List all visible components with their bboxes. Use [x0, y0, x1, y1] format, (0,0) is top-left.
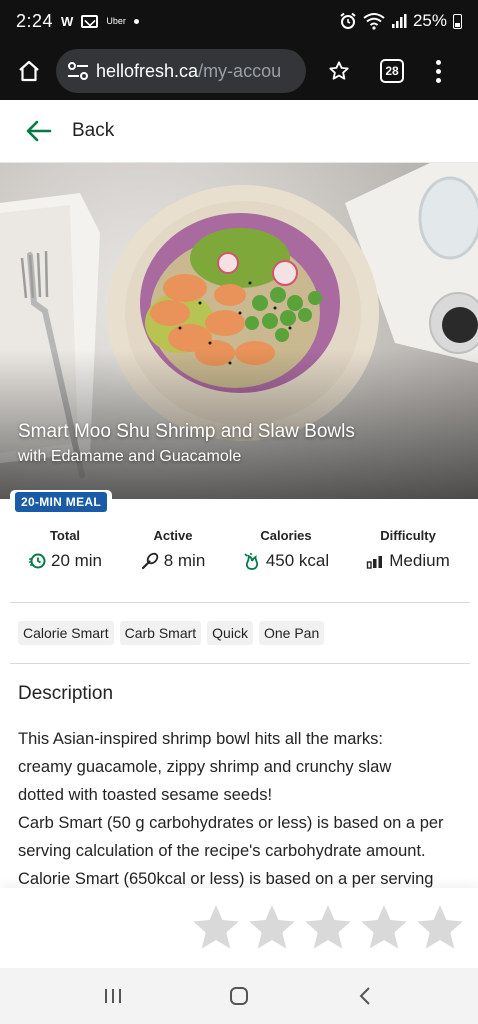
stat-value: 8 min [163, 551, 206, 570]
rating-panel [0, 888, 478, 968]
tag-one-pan[interactable]: One Pan [258, 621, 325, 645]
back-link[interactable]: Back [72, 120, 114, 142]
battery-percent: 25% [412, 11, 447, 30]
stat-total: Total 20 min [5, 528, 125, 571]
stat-label: Difficulty [380, 528, 436, 543]
bookmark-star-icon [329, 61, 349, 80]
home-nav-button[interactable] [219, 976, 259, 1016]
description-text: This Asian-inspired shrimp bowl hits all… [18, 725, 466, 893]
stat-value: 20 min [50, 551, 103, 570]
stat-label: Calories [260, 528, 312, 543]
rating-star-3-icon[interactable] [302, 902, 354, 954]
back-bar[interactable]: Back [0, 100, 478, 163]
stat-label: Active [153, 528, 193, 543]
recipe-subtitle: with Edamame and Guacamole [18, 448, 242, 465]
tab-switcher-button[interactable]: 28 [380, 59, 404, 83]
rating-star-4-icon[interactable] [358, 902, 410, 954]
url-path: /my-accou [198, 60, 282, 81]
description-line: This Asian-inspired shrimp bowl hits all… [18, 730, 383, 748]
uber-notification-icon: Uber [106, 16, 126, 26]
menu-dot [435, 77, 441, 83]
status-bar: 2:24 W Uber 25% [0, 0, 478, 42]
divider [10, 663, 470, 664]
divider [10, 602, 470, 603]
wifi-icon [363, 13, 385, 30]
menu-dot [435, 59, 441, 65]
meal-badge-container: 20-MIN MEAL [10, 490, 112, 514]
description-line: creamy guacamole, zippy shrimp and crunc… [18, 758, 392, 776]
url-host: hellofresh.ca [96, 60, 199, 81]
rating-star-1-icon[interactable] [190, 902, 242, 954]
battery-icon [453, 13, 462, 29]
signal-icon [391, 14, 407, 28]
recent-apps-button[interactable] [93, 976, 133, 1016]
back-arrow-icon[interactable] [26, 120, 52, 142]
description-heading: Description [18, 683, 114, 704]
menu-dot [435, 68, 441, 74]
mail-notification-icon [81, 14, 99, 28]
recent-apps-icon [105, 989, 121, 1003]
tag-calorie-smart[interactable]: Calorie Smart [18, 621, 114, 645]
recipe-stats: Total 20 min Active 8 min Calories 450 k… [0, 528, 478, 588]
description-line: Carb Smart (50 g carbohydrates or less) … [18, 814, 444, 832]
meal-badge: 20-MIN MEAL [15, 492, 107, 512]
site-settings-icon[interactable] [66, 61, 90, 81]
description-line: dotted with toasted sesame seeds! [18, 786, 273, 804]
stat-difficulty: Difficulty Medium [348, 528, 468, 571]
back-nav-button[interactable] [345, 976, 385, 1016]
rating-star-2-icon[interactable] [246, 902, 298, 954]
tag-quick[interactable]: Quick [207, 621, 253, 645]
whisk-icon [141, 552, 158, 570]
overflow-menu-button[interactable] [428, 54, 448, 88]
alarm-icon [340, 12, 356, 29]
difficulty-bars-icon [367, 556, 383, 569]
stat-active: Active 8 min [113, 528, 233, 571]
calorie-icon [244, 553, 258, 570]
address-bar[interactable]: hellofresh.ca/my-accou [56, 49, 306, 93]
home-circle-icon [230, 987, 248, 1005]
stat-value: Medium [389, 551, 450, 570]
recipe-tags: Calorie Smart Carb Smart Quick One Pan [18, 621, 325, 645]
tag-carb-smart[interactable]: Carb Smart [119, 621, 202, 645]
recipe-hero-image: Smart Moo Shu Shrimp and Slaw Bowls with… [0, 163, 478, 499]
stat-value: 450 kcal [265, 551, 330, 570]
timer-icon [28, 553, 46, 569]
app-notification-icon: W [61, 13, 74, 29]
description-line: serving calculation of the recipe's carb… [18, 842, 426, 860]
rating-star-5-icon[interactable] [414, 902, 466, 954]
bookmark-button[interactable] [322, 54, 356, 88]
status-time: 2:24 [16, 10, 54, 31]
stat-calories: Calories 450 kcal [226, 528, 346, 571]
recipe-title: Smart Moo Shu Shrimp and Slaw Bowls [18, 421, 355, 442]
more-notifications-icon [133, 18, 139, 24]
browser-toolbar: hellofresh.ca/my-accou 28 [0, 42, 478, 100]
stat-label: Total [49, 528, 81, 543]
home-icon [19, 60, 39, 82]
system-nav-bar [0, 968, 478, 1024]
back-chevron-icon [359, 987, 370, 1005]
home-button[interactable] [12, 54, 46, 88]
